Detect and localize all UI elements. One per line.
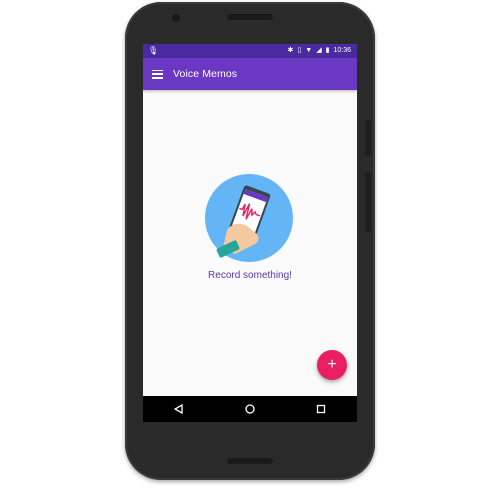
front-camera [172,14,180,22]
signal-icon: ◢ [316,47,322,54]
screen: 🎙︎ ✱ ▯ ▼ ◢ ▮ 10:36 Voice Memos Record so… [143,44,357,422]
power-button [365,120,371,156]
app-title: Voice Memos [173,68,238,80]
bottom-speaker [227,458,273,464]
earpiece-speaker [227,14,273,20]
empty-state-message: Record something! [208,270,292,281]
app-bar: Voice Memos [143,58,357,90]
vibrate-icon: ▯ [297,47,302,54]
battery-icon: ▮ [325,47,330,54]
bluetooth-icon: ✱ [287,47,294,54]
phone-recording-illustration [205,174,293,262]
add-recording-button[interactable]: + [317,350,347,380]
wifi-icon: ▼ [305,47,313,54]
menu-icon[interactable] [152,69,163,79]
mic-icon: 🎙︎ [148,46,159,55]
recents-icon[interactable] [311,399,331,419]
add-icon: + [327,356,337,373]
home-icon[interactable] [240,399,260,419]
volume-button [365,172,371,232]
back-icon[interactable] [169,399,189,419]
status-time: 10:36 [333,47,351,54]
status-bar: 🎙︎ ✱ ▯ ▼ ◢ ▮ 10:36 [143,44,357,58]
status-icons: ✱ ▯ ▼ ◢ ▮ 10:36 [288,46,351,56]
navigation-bar [143,396,357,422]
